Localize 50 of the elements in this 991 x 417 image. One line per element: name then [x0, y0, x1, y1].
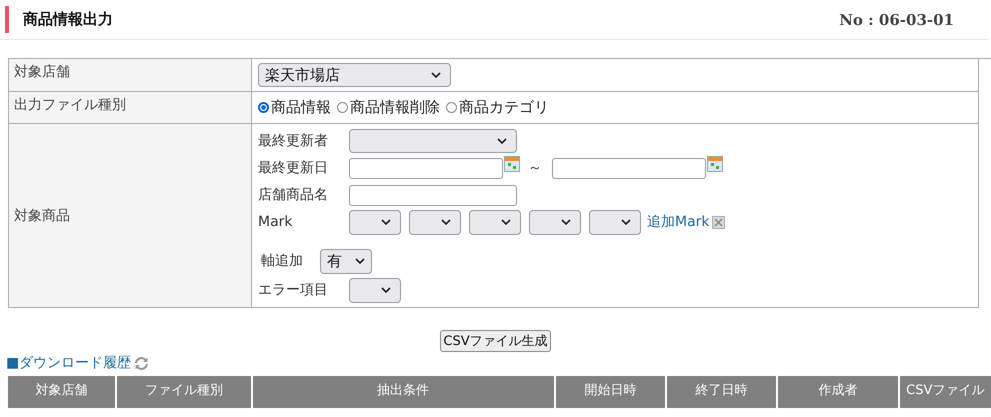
- generate-csv-button[interactable]: CSVファイル生成: [440, 330, 551, 352]
- select-field[interactable]: [349, 278, 401, 302]
- column-header: CSVファイル: [900, 376, 991, 408]
- mark-select[interactable]: [529, 210, 581, 234]
- field-label: 軸追加: [261, 252, 304, 270]
- chevron-down-icon: [355, 258, 365, 264]
- chevron-down-icon: [381, 287, 391, 293]
- column-header: ファイル種別: [117, 376, 251, 408]
- field-label: 対象商品: [9, 124, 252, 308]
- field-label: 店舗商品名: [258, 186, 329, 204]
- file-type-radio[interactable]: 商品情報削除: [337, 98, 440, 117]
- remove-icon[interactable]: [712, 216, 725, 228]
- column-header: 対象店舗: [8, 376, 116, 408]
- field-label: 対象店舗: [9, 59, 252, 92]
- page-title: 商品情報出力: [23, 10, 114, 29]
- field-label: 最終更新日: [258, 159, 329, 177]
- column-header: 作成者: [778, 376, 898, 408]
- chevron-down-icon: [441, 219, 451, 225]
- mark-select[interactable]: [469, 210, 521, 234]
- range-separator: ～: [528, 159, 542, 177]
- field-label: Mark: [258, 214, 294, 230]
- column-header: 終了日時: [666, 376, 776, 408]
- chevron-down-icon: [381, 219, 391, 225]
- date-field[interactable]: [349, 158, 503, 178]
- field-label: 最終更新者: [258, 132, 329, 150]
- download-history-link[interactable]: ■ダウンロード履歴: [6, 354, 132, 372]
- column-header: 抽出条件: [252, 376, 554, 408]
- calendar-icon[interactable]: [707, 156, 723, 172]
- select-field[interactable]: 有: [320, 248, 372, 274]
- field-label: 出力ファイル種別: [9, 92, 252, 124]
- chevron-down-icon: [431, 72, 441, 78]
- add-mark-link[interactable]: 追加Mark: [647, 213, 710, 231]
- calendar-icon[interactable]: [504, 156, 520, 172]
- chevron-down-icon: [561, 219, 571, 225]
- text-field[interactable]: [349, 184, 517, 206]
- file-type-radio[interactable]: 商品カテゴリ: [446, 98, 549, 117]
- column-header: 開始日時: [556, 376, 665, 408]
- mark-select[interactable]: [349, 210, 401, 234]
- chevron-down-icon: [501, 219, 511, 225]
- date-field[interactable]: [552, 158, 706, 178]
- chevron-down-icon: [497, 138, 507, 144]
- field-label: エラー項目: [258, 281, 329, 299]
- refresh-icon[interactable]: [134, 356, 150, 370]
- mark-select[interactable]: [409, 210, 461, 234]
- file-type-radio[interactable]: 商品情報: [258, 98, 331, 117]
- mark-select[interactable]: [589, 210, 641, 234]
- chevron-down-icon: [621, 219, 631, 225]
- page-number: No : 06-03-01: [839, 10, 954, 28]
- store-select[interactable]: 楽天市場店: [258, 63, 451, 87]
- select-field[interactable]: [349, 129, 517, 153]
